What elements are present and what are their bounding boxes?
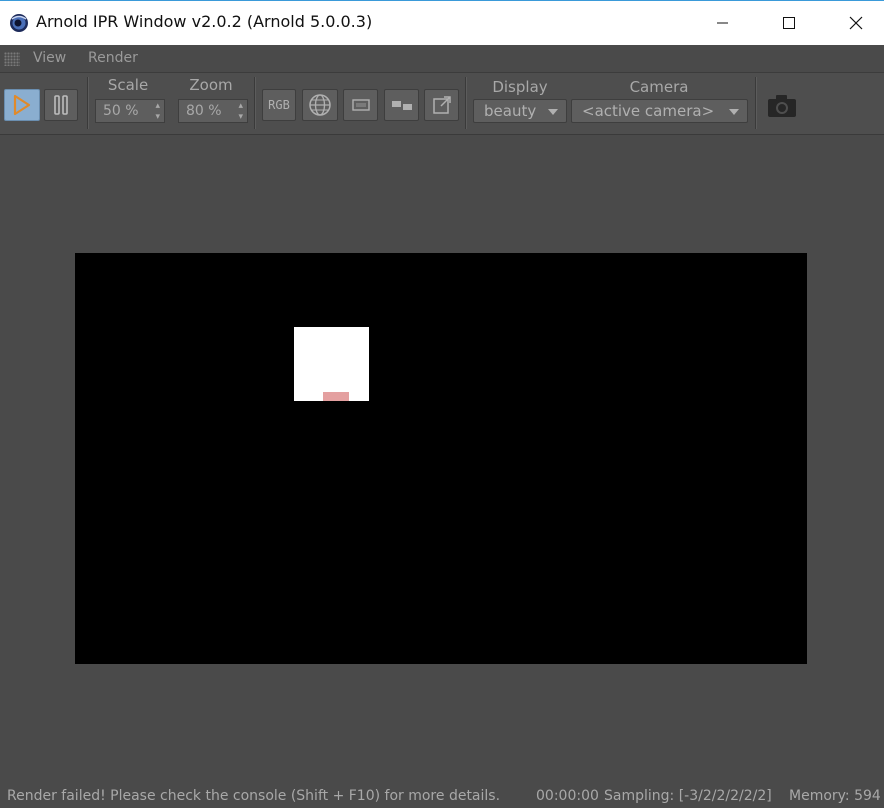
render-time: 00:00:00 — [536, 788, 599, 804]
maximize-button[interactable] — [766, 1, 812, 45]
separator — [87, 77, 88, 129]
play-button[interactable] — [4, 89, 40, 121]
minimize-icon — [717, 22, 728, 24]
display-dropdown[interactable]: beauty — [473, 99, 567, 123]
play-icon — [13, 94, 31, 116]
display-label: Display — [492, 78, 548, 96]
chevron-down-icon — [729, 109, 739, 115]
maximize-icon — [783, 17, 795, 29]
export-icon — [432, 96, 451, 114]
camera-icon — [768, 95, 796, 117]
chevron-down-icon — [548, 109, 558, 115]
separator — [254, 77, 255, 129]
window-title: Arnold IPR Window v2.0.2 (Arnold 5.0.0.3… — [36, 12, 373, 31]
toolbar: Scale 50 % ▴ ▾ Zoom 80 % ▴ ▾ RGB Display b… — [0, 73, 884, 135]
minimize-button[interactable] — [700, 1, 746, 45]
camera-value: <active camera> — [582, 102, 715, 120]
close-icon — [849, 16, 863, 30]
pause-button[interactable] — [44, 89, 78, 121]
grip-icon[interactable] — [4, 52, 20, 66]
spinner-arrows-icon[interactable]: ▴ ▾ — [238, 100, 243, 123]
export-button[interactable] — [424, 89, 459, 121]
zoom-spinner[interactable]: 80 % ▴ ▾ — [178, 99, 248, 123]
sampling-info: Sampling: [-3/2/2/2/2/2] — [604, 788, 772, 804]
pause-icon — [54, 95, 68, 115]
render-bucket-tile — [294, 327, 369, 401]
globe-icon — [309, 94, 331, 116]
zoom-label: Zoom — [189, 76, 233, 94]
memory-info: Memory: 594 — [789, 788, 881, 804]
rgb-button[interactable]: RGB — [262, 89, 296, 121]
compare-icon — [391, 101, 412, 110]
cinema4d-icon — [10, 14, 28, 32]
status-message: Render failed! Please check the console … — [7, 788, 501, 804]
scale-spinner[interactable]: 50 % ▴ ▾ — [95, 99, 165, 123]
rgb-label: RGB — [268, 98, 290, 112]
globe-button[interactable] — [302, 89, 338, 121]
compare-button[interactable] — [384, 89, 419, 121]
menu-view[interactable]: View — [33, 50, 66, 66]
separator — [465, 77, 466, 129]
scale-value: 50 % — [103, 103, 139, 119]
region-icon — [351, 99, 370, 111]
close-button[interactable] — [833, 1, 879, 45]
render-bucket-marker — [323, 392, 349, 401]
zoom-value: 80 % — [186, 103, 222, 119]
render-viewport[interactable] — [75, 253, 807, 664]
spinner-arrows-icon[interactable]: ▴ ▾ — [155, 100, 160, 123]
separator — [755, 77, 756, 129]
title-bar: Arnold IPR Window v2.0.2 (Arnold 5.0.0.3… — [0, 0, 884, 45]
status-bar: Render failed! Please check the console … — [0, 785, 884, 808]
snapshot-button[interactable] — [766, 93, 798, 119]
menu-bar: View Render — [0, 45, 884, 73]
camera-label: Camera — [629, 78, 689, 96]
display-value: beauty — [484, 102, 537, 120]
scale-label: Scale — [107, 76, 149, 94]
menu-render[interactable]: Render — [88, 50, 138, 66]
region-button[interactable] — [343, 89, 378, 121]
camera-dropdown[interactable]: <active camera> — [571, 99, 748, 123]
